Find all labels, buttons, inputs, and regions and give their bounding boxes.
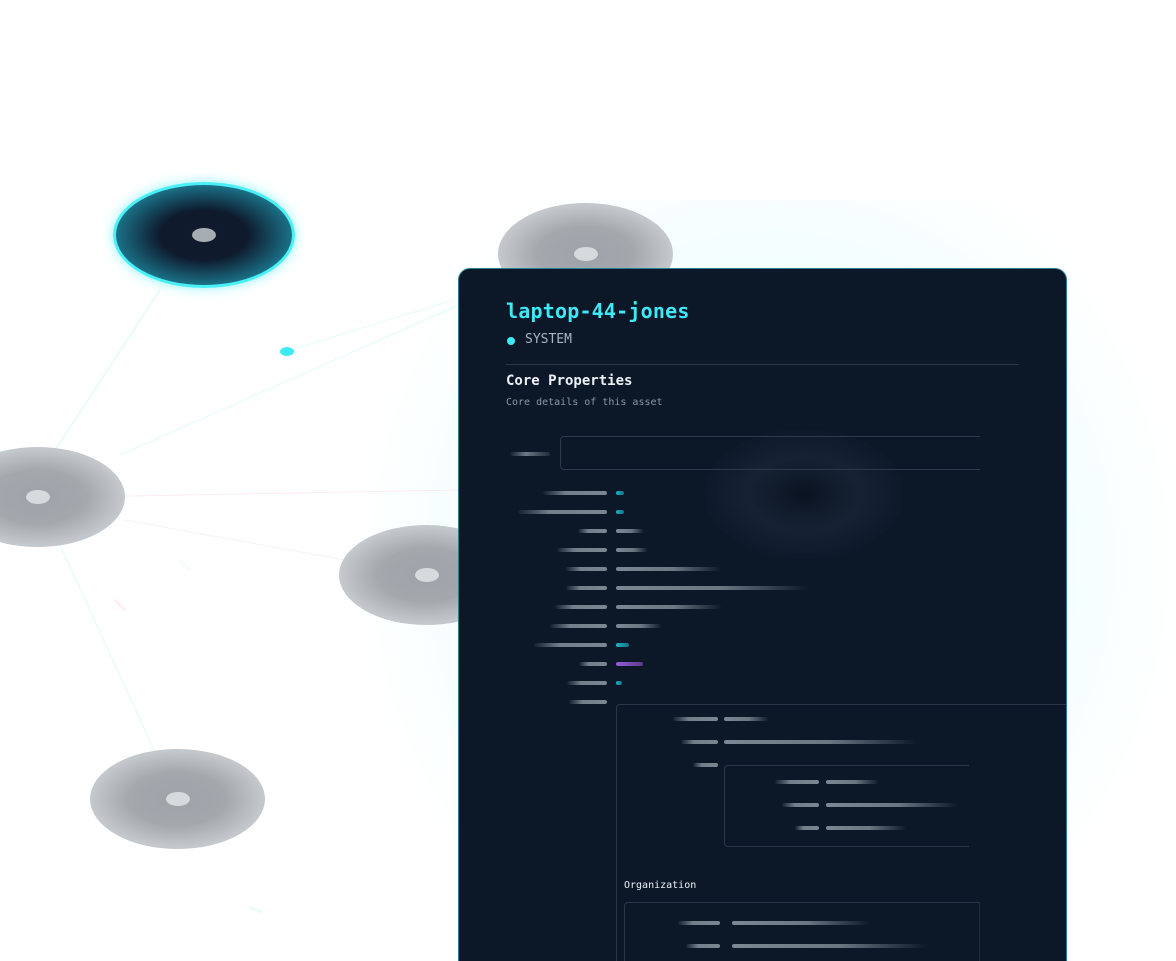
field-label-placeholder bbox=[534, 643, 607, 647]
field-label-placeholder bbox=[686, 944, 720, 948]
section-subtitle: Core details of this asset bbox=[506, 397, 663, 408]
graph-edge bbox=[54, 289, 161, 451]
field-label-placeholder bbox=[566, 586, 607, 590]
graph-node-active[interactable] bbox=[113, 182, 295, 288]
graph-edge bbox=[124, 519, 346, 561]
field-label-placeholder bbox=[578, 529, 607, 533]
divider bbox=[506, 364, 1019, 365]
field-value-placeholder bbox=[616, 510, 624, 514]
field-label-placeholder bbox=[782, 803, 819, 807]
field-value-placeholder bbox=[616, 681, 622, 685]
graph-node[interactable] bbox=[90, 749, 265, 849]
asset-title: laptop-44-jones bbox=[506, 299, 690, 323]
field-value-placeholder bbox=[724, 740, 917, 744]
graph-edge bbox=[249, 906, 263, 914]
field-label-placeholder bbox=[569, 700, 607, 704]
organization-box bbox=[624, 902, 980, 961]
status-dot-icon bbox=[507, 337, 515, 345]
field-label-placeholder bbox=[555, 605, 607, 609]
organization-title: Organization bbox=[624, 880, 697, 891]
graph-edge bbox=[286, 294, 471, 352]
node-center-icon bbox=[25, 490, 50, 504]
field-value-placeholder bbox=[616, 529, 644, 533]
section-title: Core Properties bbox=[506, 373, 633, 389]
field-label-placeholder bbox=[518, 510, 607, 514]
field-label-placeholder bbox=[693, 763, 718, 767]
graph-canvas: laptop-44-jones SYSTEM Core Properties C… bbox=[0, 0, 1176, 961]
field-value-placeholder bbox=[826, 826, 906, 830]
graph-edge bbox=[113, 598, 127, 612]
field-value-placeholder bbox=[826, 803, 958, 807]
asset-type-label: SYSTEM bbox=[525, 332, 572, 347]
node-center-icon bbox=[573, 247, 598, 261]
field-label-placeholder bbox=[681, 740, 718, 744]
field-value-placeholder bbox=[616, 643, 629, 647]
graph-edge bbox=[124, 489, 461, 497]
node-center-icon bbox=[192, 228, 216, 242]
field-value-placeholder bbox=[732, 921, 870, 925]
field-value-placeholder bbox=[616, 548, 648, 552]
field-value-placeholder bbox=[616, 624, 662, 628]
field-value-placeholder bbox=[826, 780, 879, 784]
field-value-placeholder bbox=[616, 491, 624, 495]
field-value-placeholder bbox=[732, 944, 927, 948]
node-center-icon bbox=[165, 792, 190, 806]
field-label-placeholder bbox=[775, 780, 819, 784]
field-value-placeholder bbox=[724, 717, 769, 721]
name-field[interactable] bbox=[560, 436, 980, 470]
graph-edge bbox=[178, 558, 192, 572]
field-label-placeholder bbox=[557, 548, 607, 552]
graph-node-small[interactable] bbox=[280, 347, 294, 356]
node-center-icon bbox=[414, 568, 439, 582]
field-label-placeholder bbox=[678, 921, 720, 925]
field-label-placeholder bbox=[673, 717, 718, 721]
field-label-placeholder bbox=[567, 681, 607, 685]
field-value-placeholder bbox=[616, 586, 808, 590]
field-label-placeholder bbox=[795, 826, 819, 830]
asset-detail-panel: laptop-44-jones SYSTEM Core Properties C… bbox=[458, 268, 1067, 961]
field-value-placeholder bbox=[616, 662, 643, 666]
field-label-placeholder bbox=[579, 662, 607, 666]
graph-edge bbox=[119, 299, 471, 456]
field-value-placeholder bbox=[616, 605, 722, 609]
field-value-placeholder bbox=[616, 567, 721, 571]
field-label-placeholder bbox=[510, 452, 550, 456]
field-label-placeholder bbox=[543, 491, 607, 495]
graph-edge bbox=[59, 544, 156, 753]
field-label-placeholder bbox=[566, 567, 607, 571]
field-label-placeholder bbox=[550, 624, 607, 628]
